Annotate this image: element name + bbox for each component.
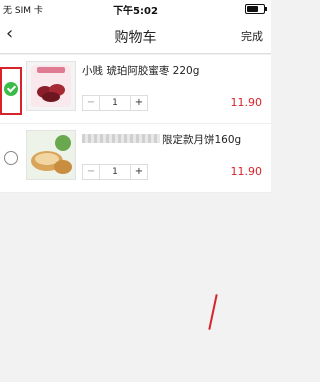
increase-button[interactable]: +: [131, 165, 147, 179]
quantity-stepper: − 1 +: [82, 95, 148, 111]
item-price: 11.90: [230, 165, 263, 178]
quantity-stepper: − 1 +: [82, 164, 148, 180]
decrease-button[interactable]: −: [83, 96, 99, 110]
product-thumbnail-dates[interactable]: [26, 61, 76, 111]
increase-button[interactable]: +: [131, 96, 147, 110]
item-price: 11.90: [230, 96, 263, 109]
cart-item: 小贱 琥珀阿胶蜜枣 220g − 1 + 11.90: [0, 55, 271, 124]
quantity-value[interactable]: 1: [99, 165, 131, 179]
item-checkbox[interactable]: [4, 82, 18, 96]
decrease-button[interactable]: −: [83, 165, 99, 179]
item-checkbox[interactable]: [4, 151, 18, 165]
item-name[interactable]: 限定款月饼160g: [162, 132, 241, 147]
product-thumbnail-mooncake[interactable]: [26, 130, 76, 180]
battery-icon: [245, 4, 267, 14]
annotation-mark: [208, 294, 218, 330]
obscured-text: [82, 134, 160, 143]
status-time: 下午5:02: [113, 6, 158, 17]
cart-item: 限定款月饼160g − 1 + 11.90: [0, 124, 271, 193]
nav-bar: ‹ 购物车 完成: [0, 17, 271, 54]
done-button[interactable]: 完成: [241, 28, 263, 44]
page-title: 购物车: [114, 30, 157, 46]
quantity-value[interactable]: 1: [99, 96, 131, 110]
status-bar: 无 SIM 卡 下午5:02: [0, 0, 271, 17]
item-name[interactable]: 小贱 琥珀阿胶蜜枣 220g: [82, 63, 199, 78]
